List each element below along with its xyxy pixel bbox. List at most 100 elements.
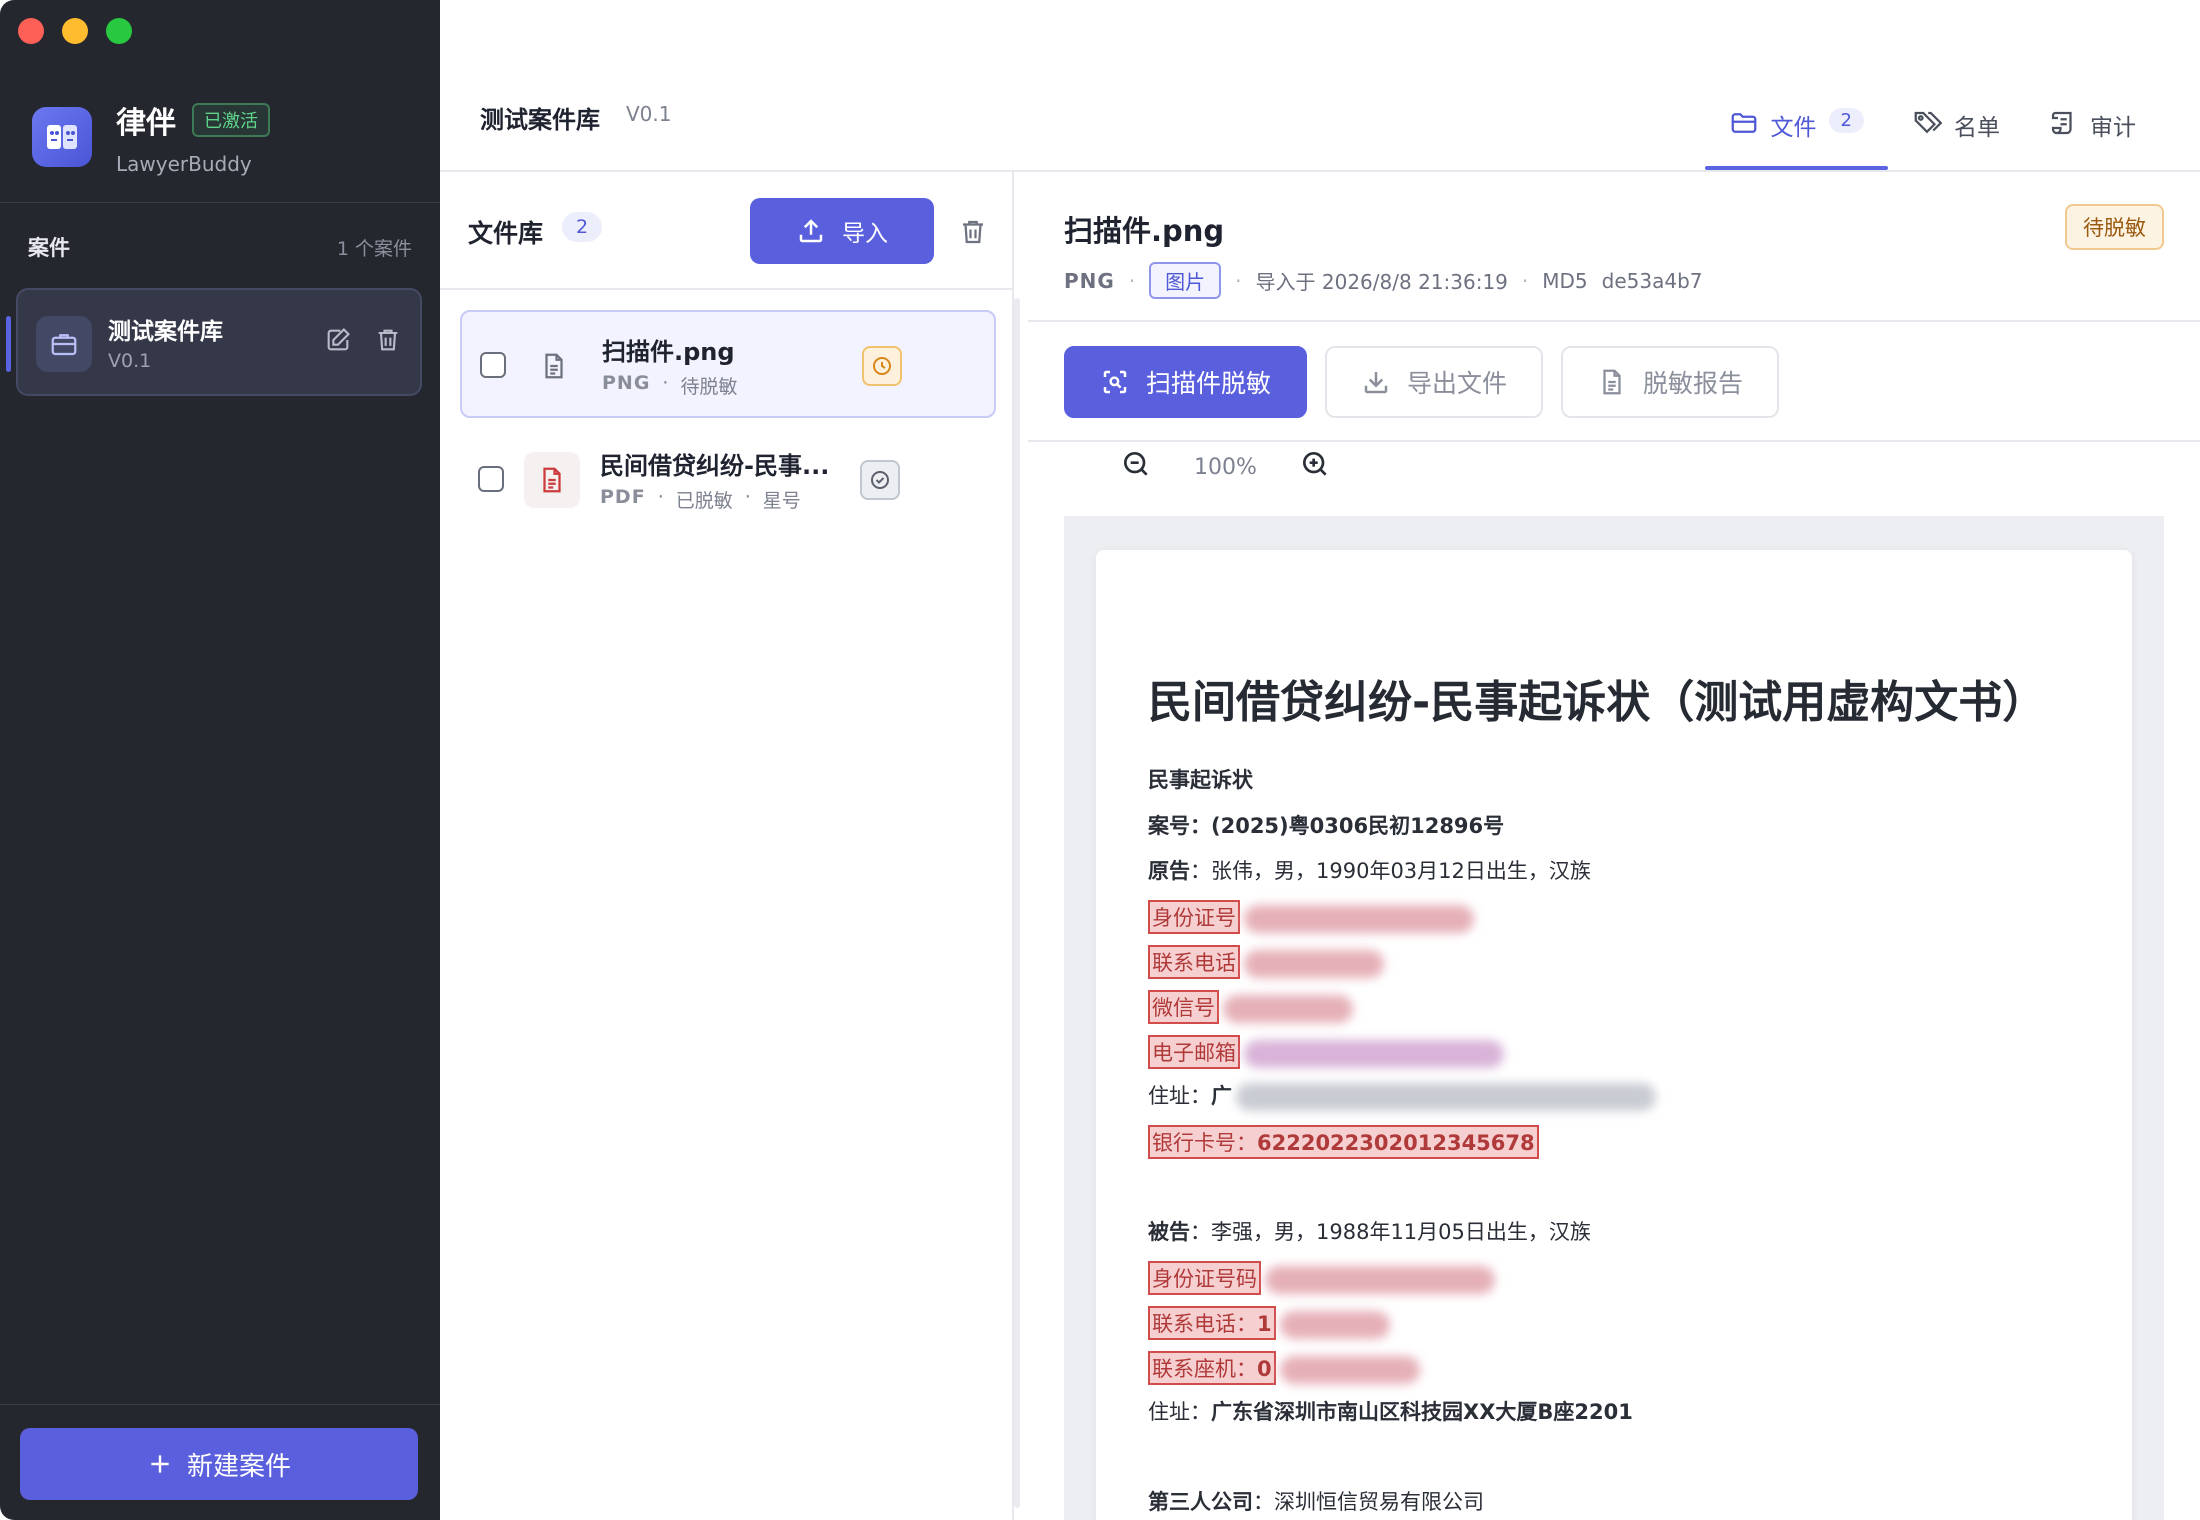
doc-heading: 民事起诉状 [1148,768,1253,792]
blurred-value [1236,1083,1656,1111]
redaction-box[interactable]: 联系座机：0 [1148,1351,1276,1385]
redaction-box[interactable]: 身份证号码 [1148,1261,1261,1295]
zoom-window-button[interactable] [106,18,132,44]
file-item[interactable]: 扫描件.png PNG · 待脱敏 [460,310,996,418]
file-meta: PNG · 图片 · 导入于 2026/8/8 21:36:19 · MD5 d… [1064,262,1703,299]
status-badge: 待脱敏 [2065,204,2164,250]
scrollbar[interactable] [1014,298,1020,1508]
blurred-value [1244,950,1384,978]
tab-bar: 文件 2 名单 审计 [1704,92,2160,170]
window-controls [18,18,132,44]
preview-panel: 扫描件.png 待脱敏 PNG · 图片 · 导入于 2026/8/8 21:3… [1028,172,2200,1520]
case-no: (2025)粤0306民初12896号 [1211,814,1505,838]
app-name: 律伴 [116,106,176,141]
case-item[interactable]: 测试案件库 V0.1 [6,288,422,396]
case-version: V0.1 [108,350,152,372]
document-title: 民间借贷纠纷-民事起诉状（测试用虚构文书） [1148,677,2047,728]
document-viewport[interactable]: 民间借贷纠纷-民事起诉状（测试用虚构文书） 民事起诉状 案号：(2025)粤03… [1064,516,2164,1520]
export-file-label: 导出文件 [1407,370,1508,398]
cases-title: 案件 [28,236,70,260]
plaintiff-info: 张伟，男，1990年03月12日出生，汉族 [1211,859,1591,883]
case-name: 测试案件库 [108,319,223,345]
file-status: 已脱敏 [675,490,733,512]
tab-audit[interactable]: 审计 [2024,92,2160,170]
page-title: 测试案件库 [480,106,600,134]
trash-icon[interactable] [374,326,402,358]
scan-redact-label: 扫描件脱敏 [1146,370,1272,398]
file-library: 文件库 2 导入 扫描件.png PNG · 待脱敏 民间借贷纠纷-民事... P [440,172,1020,1520]
blurred-value [1244,1040,1504,1068]
cases-count: 1 个案件 [336,237,412,260]
brand: 律伴 已激活 LawyerBuddy [32,98,270,176]
tab-label: 文件 [1770,115,1817,141]
tab-label: 审计 [2090,115,2136,141]
zoom-level: 100% [1194,454,1257,480]
blurred-value [1223,995,1353,1023]
redaction-box[interactable]: 联系电话 [1148,945,1240,979]
briefcase-icon [36,316,92,372]
clock-icon [862,346,902,386]
file-library-header: 文件库 2 导入 [440,172,1012,290]
minimize-window-button[interactable] [62,18,88,44]
zoom-in-icon[interactable] [1299,448,1331,486]
import-time: 导入于 2026/8/8 21:36:19 [1255,270,1508,294]
document-page: 民间借贷纠纷-民事起诉状（测试用虚构文书） 民事起诉状 案号：(2025)粤03… [1096,550,2132,1520]
address-label: 住址 [1148,1084,1190,1108]
md5-label: MD5 [1542,268,1588,293]
import-label: 导入 [842,220,888,246]
zoom-controls: 100% [1120,448,1331,486]
page-version: V0.1 [626,102,672,126]
address-head: 广 [1211,1084,1232,1108]
header: 测试案件库 V0.1 文件 2 名单 审计 [440,0,2200,172]
file-checkbox[interactable] [480,352,506,378]
file-name: 民间借贷纠纷-民事... [600,452,830,480]
file-name: 扫描件.png [602,338,735,366]
tags-icon [1914,111,1942,134]
download-icon [1364,372,1388,394]
trash-icon [963,220,983,244]
folder-icon [1731,113,1756,133]
plaintiff-label: 原告 [1148,859,1190,883]
check-circle-icon [860,460,900,500]
case-no-label: 案号 [1148,814,1190,838]
delete-files-button[interactable] [928,212,1018,252]
cases-header: 案件 1 个案件 [28,232,412,262]
third-party-name: 深圳恒信贸易有限公司 [1274,1490,1484,1514]
bank-card-number: 6222022302012345678 [1257,1131,1535,1155]
sidebar: 律伴 已激活 LawyerBuddy 案件 1 个案件 测试案件库 V0.1 新… [0,0,440,1520]
blurred-value [1265,1266,1495,1294]
new-case-button[interactable]: 新建案件 [20,1428,418,1500]
file-item[interactable]: 民间借贷纠纷-民事... PDF · 已脱敏 · 星号 [460,426,996,534]
scan-redact-button[interactable]: 扫描件脱敏 [1064,346,1308,418]
scan-icon [1103,370,1127,394]
close-window-button[interactable] [18,18,44,44]
export-file-button[interactable]: 导出文件 [1325,346,1544,418]
divider [1028,440,2200,442]
scroll-icon [2051,111,2072,135]
file-mask-style: 星号 [762,490,801,512]
tab-label: 名单 [1954,115,2000,141]
redaction-box[interactable]: 联系电话：1 [1148,1306,1276,1340]
file-checkbox[interactable] [478,466,504,492]
redaction-box[interactable]: 微信号 [1148,990,1219,1024]
plus-icon [151,1455,169,1473]
redaction-box[interactable]: 银行卡号：6222022302012345678 [1148,1125,1539,1159]
defendant-info: 李强，男，1988年11月05日出生，汉族 [1211,1220,1591,1244]
redaction-report-button[interactable]: 脱敏报告 [1561,346,1780,418]
activation-badge: 已激活 [192,103,270,137]
preview-toolbar: 扫描件脱敏 导出文件 脱敏报告 [1064,346,1780,418]
import-button[interactable]: 导入 [750,198,934,264]
redaction-box[interactable]: 电子邮箱 [1148,1035,1240,1069]
upload-icon [799,219,823,243]
divider [0,1404,440,1405]
file-type: PNG [602,372,651,394]
file-library-title: 文件库 [468,219,544,248]
redaction-box[interactable]: 身份证号 [1148,900,1240,934]
edit-icon[interactable] [324,326,352,358]
file-kind-tag: 图片 [1149,262,1222,299]
tab-list[interactable]: 名单 [1888,92,2024,170]
tab-files[interactable]: 文件 2 [1704,92,1889,170]
address-label: 住址 [1148,1400,1190,1424]
document-icon [526,338,582,394]
zoom-out-icon[interactable] [1120,448,1152,486]
